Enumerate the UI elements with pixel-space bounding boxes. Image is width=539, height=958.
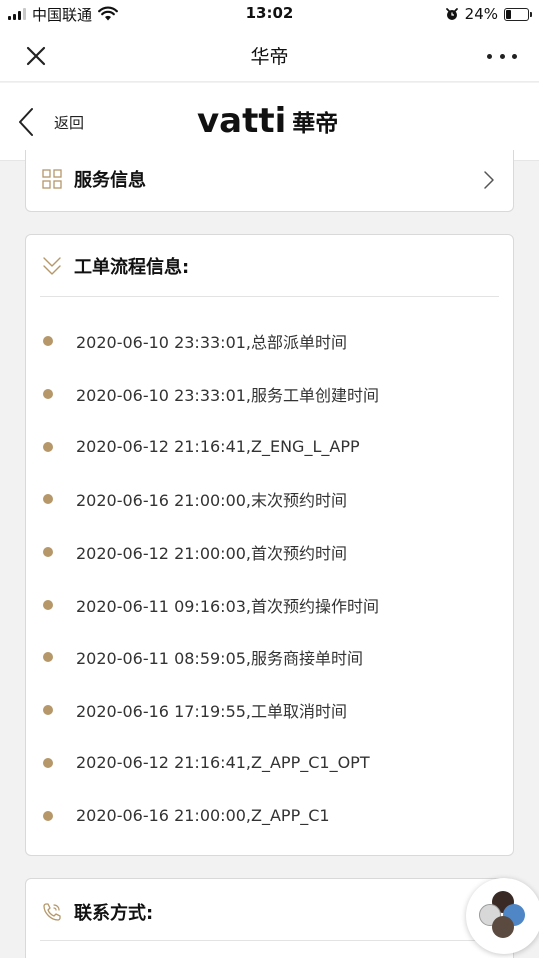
timeline-dot [43,441,53,452]
flow-item-text: 2020-06-10 23:33:01,服务工单创建时间 [76,386,380,406]
flow-item-text: 2020-06-16 17:19:55,工单取消时间 [76,702,348,722]
battery-icon [504,7,532,21]
floating-avatar-button[interactable] [466,878,539,954]
flow-item-text: 2020-06-12 21:16:41,Z_ENG_L_APP [76,437,360,457]
chevron-right-icon [484,171,494,189]
flow-item-text: 2020-06-11 09:16:03,首次预约操作时间 [76,596,380,616]
contact-card: 联系方式: [25,878,514,958]
brand-logo-cjk: 華帝 [292,111,339,137]
status-right: 24% [445,4,532,24]
flow-item: 2020-06-16 17:19:55,工单取消时间 [26,684,513,737]
flow-item-text: 2020-06-10 23:33:01,总部派单时间 [76,333,348,353]
nav-title: 华帝 [250,46,289,68]
flow-item: 2020-06-11 09:16:03,首次预约操作时间 [26,578,513,631]
chevron-left-icon [19,108,33,136]
service-info-row[interactable]: 服务信息 [26,162,513,196]
phone-icon [43,903,61,921]
alarm-icon [445,8,458,20]
flow-item-text: 2020-06-11 08:59:05,服务商接单时间 [76,649,364,669]
flow-item-text: 2020-06-16 21:00:00,Z_APP_C1 [76,806,330,826]
timeline-dot [43,336,53,347]
flow-item: 2020-06-16 21:00:00,末次预约时间 [26,473,513,526]
contact-divider [40,940,499,941]
work-order-flow-card: 工单流程信息: 2020-06-10 23:33:01,总部派单时间 2020-… [25,234,514,856]
brand-logo-latin: vatti [197,101,287,141]
grid-icon [42,169,62,189]
flow-item: 2020-06-10 23:33:01,总部派单时间 [26,315,513,368]
more-icon[interactable] [487,46,517,66]
timeline-dot [43,810,53,821]
avatar [492,916,514,938]
flow-item: 2020-06-16 21:00:00,Z_APP_C1 [26,789,513,842]
service-info-card[interactable]: 服务信息 [25,150,514,212]
brand-logo: vatti 華帝 [197,101,339,141]
flow-item-text: 2020-06-12 21:00:00,首次预约时间 [76,544,348,564]
flow-item: 2020-06-12 21:16:41,Z_APP_C1_OPT [26,737,513,790]
battery-fill [506,9,511,19]
nav-bar: 华帝 [0,28,539,82]
flow-divider [40,296,499,297]
service-info-heading: 服务信息 [74,170,146,191]
flow-item: 2020-06-12 21:00:00,首次预约时间 [26,526,513,579]
timeline-dot [43,705,53,716]
timeline-dot [43,757,53,768]
timeline-dot [43,652,53,663]
timeline-dot [43,599,53,610]
flow-item-text: 2020-06-16 21:00:00,末次预约时间 [76,491,348,511]
flow-list: 2020-06-10 23:33:01,总部派单时间 2020-06-10 23… [26,315,513,842]
status-bar: 中国联通 13:02 24% [0,0,539,28]
flow-item-text: 2020-06-12 21:16:41,Z_APP_C1_OPT [76,753,370,773]
flow-item: 2020-06-11 08:59:05,服务商接单时间 [26,631,513,684]
flow-header[interactable]: 工单流程信息: [26,249,513,283]
battery-percent: 24% [464,5,498,23]
double-chevron-down-icon [43,257,61,275]
flow-item: 2020-06-12 21:16:41,Z_ENG_L_APP [26,420,513,473]
contact-header[interactable]: 联系方式: [26,895,513,929]
back-label: 返回 [54,113,85,132]
contact-heading: 联系方式: [74,903,154,924]
back-button[interactable]: 返回 [16,107,84,137]
timeline-dot [43,547,53,558]
flow-heading: 工单流程信息: [74,257,190,278]
flow-item: 2020-06-10 23:33:01,服务工单创建时间 [26,368,513,421]
timeline-dot [43,389,53,400]
timeline-dot [43,494,53,505]
